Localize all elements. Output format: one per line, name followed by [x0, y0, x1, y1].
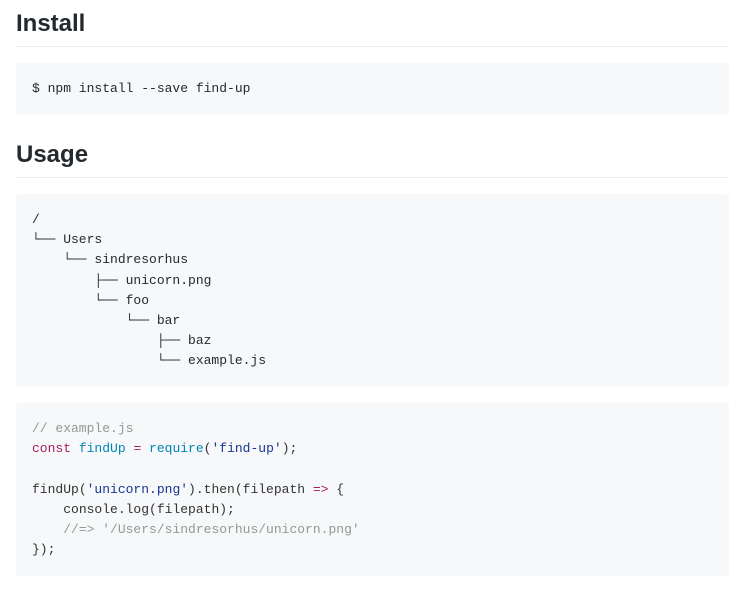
- example-code-block: // example.js const findUp = require ( 'fi…: [16, 403, 729, 576]
- code-brace: {: [328, 482, 344, 497]
- code-comment: //=> '/Users/sindresorhus/unicorn.png': [63, 522, 359, 537]
- code-close: });: [32, 542, 55, 557]
- code-call: findUp: [32, 482, 79, 497]
- install-command-block: $ npm install --save find-up: [16, 63, 729, 115]
- directory-tree-block: / └── Users └── sindresorhus ├── unicorn…: [16, 194, 729, 387]
- code-indent: [32, 502, 63, 517]
- code-keyword: const: [32, 441, 71, 456]
- code-paren: );: [282, 441, 298, 456]
- usage-heading: Usage: [16, 141, 729, 178]
- code-operator: =: [126, 441, 149, 456]
- code-then: ).then(filepath: [188, 482, 313, 497]
- code-string: 'unicorn.png': [87, 482, 188, 497]
- code-arrow: =>: [313, 482, 329, 497]
- code-paren: (: [79, 482, 87, 497]
- code-identifier: findUp: [79, 441, 126, 456]
- code-comment: // example.js: [32, 421, 133, 436]
- code-string: 'find-up': [211, 441, 281, 456]
- install-heading: Install: [16, 10, 729, 47]
- code-require: require: [149, 441, 204, 456]
- code-line: console.log(filepath);: [63, 502, 235, 517]
- code-indent: [32, 522, 63, 537]
